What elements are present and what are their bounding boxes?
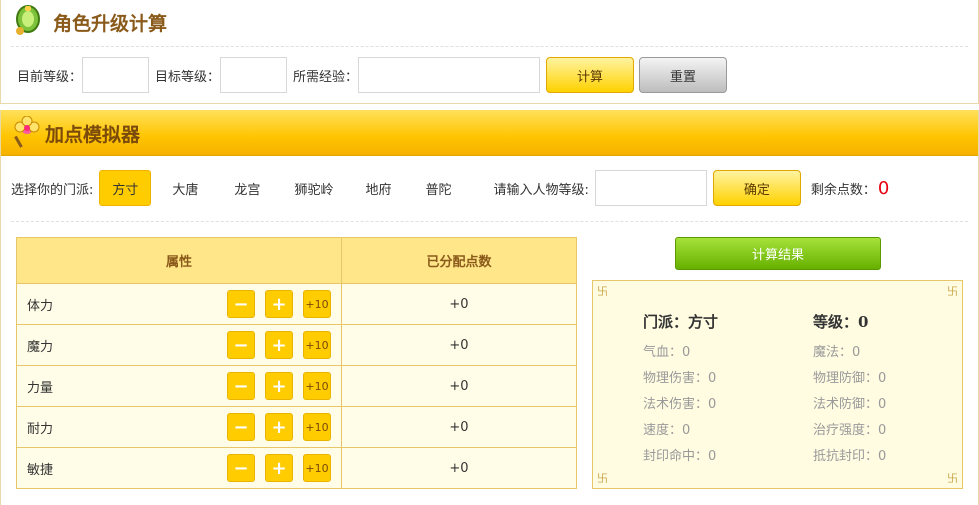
attribute-name: 体力 <box>27 298 54 314</box>
attribute-value: +0 <box>341 283 577 325</box>
plus-button[interactable]: + <box>265 372 293 400</box>
result-box: 卐 卐 卐 卐 门派：方寸 气血：0 物理伤害：0 法术伤害：0 速度：0 封印… <box>592 280 963 489</box>
current-level-label: 目前等级： <box>17 69 83 85</box>
flower-icon <box>11 115 43 154</box>
leaf-shield-icon <box>11 3 45 41</box>
attribute-value: +0 <box>341 406 577 448</box>
attribute-value: +0 <box>341 365 577 407</box>
plus10-button[interactable]: +10 <box>303 290 331 318</box>
result-seal-resist: 抵抗封印：0 <box>813 449 887 464</box>
sect-selector: 选择你的门派: 方寸 大唐 龙宫 狮驼岭 地府 普陀 请输入人物等级: 确定 剩… <box>11 170 889 206</box>
exp-output[interactable] <box>358 57 541 93</box>
attribute-name-cell: 力量 − + +10 <box>16 365 342 407</box>
result-level: 等级：0 <box>813 313 869 331</box>
sect-tab-difu[interactable]: 地府 <box>353 170 403 206</box>
table-row: 敏捷 − + +10 +0 <box>16 447 577 489</box>
plus10-button[interactable]: +10 <box>303 454 331 482</box>
exp-label: 所需经验： <box>293 69 359 85</box>
result-heal-power: 治疗强度：0 <box>813 423 887 438</box>
calc-button[interactable]: 计算 <box>546 57 635 93</box>
result-sect: 门派：方寸 <box>643 313 719 331</box>
confirm-button[interactable]: 确定 <box>712 170 801 206</box>
attribute-value: +0 <box>341 447 577 489</box>
sect-tab-shituoling[interactable]: 狮驼岭 <box>282 170 345 206</box>
character-level-input[interactable] <box>594 170 707 206</box>
upgrade-form: 目前等级： 目标等级： 所需经验： 计算 重置 <box>17 57 728 93</box>
remaining-points-value: 0 <box>877 177 890 199</box>
swastika-corner-icon: 卐 <box>597 285 608 298</box>
attribute-name: 力量 <box>27 380 54 396</box>
swastika-corner-icon: 卐 <box>947 472 958 485</box>
plus10-button[interactable]: +10 <box>303 413 331 441</box>
attribute-name-cell: 魔力 − + +10 <box>16 324 342 366</box>
table-header-row: 属性 已分配点数 <box>16 237 577 284</box>
current-level-input[interactable] <box>82 57 150 93</box>
attribute-name-cell: 敏捷 − + +10 <box>16 447 342 489</box>
table-row: 力量 − + +10 +0 <box>16 365 577 407</box>
upgrade-title: 角色升级计算 <box>53 12 168 35</box>
sect-label: 选择你的门派: <box>11 182 94 198</box>
attribute-name: 敏捷 <box>27 462 54 478</box>
attribute-controls: − + +10 <box>227 413 331 441</box>
swastika-corner-icon: 卐 <box>947 285 958 298</box>
result-magic-damage: 法术伤害：0 <box>643 397 717 412</box>
table-row: 耐力 − + +10 +0 <box>16 406 577 448</box>
minus-button[interactable]: − <box>227 454 255 482</box>
minus-button[interactable]: − <box>227 331 255 359</box>
result-right-column: 等级：0 魔法：0 物理防御：0 法术防御：0 治疗强度：0 抵抗封印：0 <box>813 311 886 470</box>
attribute-controls: − + +10 <box>227 290 331 318</box>
plus-button[interactable]: + <box>265 331 293 359</box>
divider <box>11 46 968 47</box>
plus-button[interactable]: + <box>265 290 293 318</box>
result-mp: 魔法：0 <box>813 345 861 360</box>
result-magic-defense: 法术防御：0 <box>813 397 887 412</box>
attribute-controls: − + +10 <box>227 454 331 482</box>
minus-button[interactable]: − <box>227 372 255 400</box>
attribute-name: 耐力 <box>27 421 54 437</box>
attribute-value: +0 <box>341 324 577 366</box>
result-seal-hit: 封印命中：0 <box>643 449 717 464</box>
attribute-table: 属性 已分配点数 体力 − + +10 +0 魔力 − + +10 +0 力量 … <box>16 237 577 489</box>
divider <box>11 221 968 222</box>
simulator-panel: 加点模拟器 选择你的门派: 方寸 大唐 龙宫 狮驼岭 地府 普陀 请输入人物等级… <box>0 110 979 505</box>
minus-button[interactable]: − <box>227 290 255 318</box>
attribute-controls: − + +10 <box>227 372 331 400</box>
table-row: 体力 − + +10 +0 <box>16 283 577 325</box>
table-row: 魔力 − + +10 +0 <box>16 324 577 366</box>
minus-button[interactable]: − <box>227 413 255 441</box>
target-level-input[interactable] <box>220 57 288 93</box>
simulator-header: 加点模拟器 <box>1 110 978 156</box>
sect-tab-fangcun[interactable]: 方寸 <box>99 170 152 206</box>
remaining-label: 剩余点数： <box>810 182 876 198</box>
attribute-name: 魔力 <box>27 339 54 355</box>
sect-tab-longgong[interactable]: 龙宫 <box>222 170 272 206</box>
upgrade-header: 角色升级计算 <box>11 4 167 40</box>
header-attribute: 属性 <box>16 237 342 284</box>
calculate-result-button[interactable]: 计算结果 <box>675 237 881 270</box>
plus10-button[interactable]: +10 <box>303 372 331 400</box>
upgrade-panel: 角色升级计算 目前等级： 目标等级： 所需经验： 计算 重置 <box>0 0 979 104</box>
sect-tab-putuo[interactable]: 普陀 <box>413 170 463 206</box>
simulator-title: 加点模拟器 <box>45 124 141 146</box>
header-allocated: 已分配点数 <box>341 237 577 284</box>
swastika-corner-icon: 卐 <box>597 472 608 485</box>
plus-button[interactable]: + <box>265 454 293 482</box>
level-label: 请输入人物等级: <box>493 182 589 198</box>
reset-button[interactable]: 重置 <box>639 57 728 93</box>
attribute-name-cell: 体力 − + +10 <box>16 283 342 325</box>
result-left-column: 门派：方寸 气血：0 物理伤害：0 法术伤害：0 速度：0 封印命中：0 <box>643 311 718 470</box>
result-hp: 气血：0 <box>643 345 691 360</box>
result-phys-damage: 物理伤害：0 <box>643 371 717 386</box>
plus10-button[interactable]: +10 <box>303 331 331 359</box>
plus-button[interactable]: + <box>265 413 293 441</box>
sect-tab-datang[interactable]: 大唐 <box>160 170 210 206</box>
target-level-label: 目标等级： <box>155 69 221 85</box>
attribute-controls: − + +10 <box>227 331 331 359</box>
attribute-name-cell: 耐力 − + +10 <box>16 406 342 448</box>
result-speed: 速度：0 <box>643 423 691 438</box>
result-phys-defense: 物理防御：0 <box>813 371 887 386</box>
